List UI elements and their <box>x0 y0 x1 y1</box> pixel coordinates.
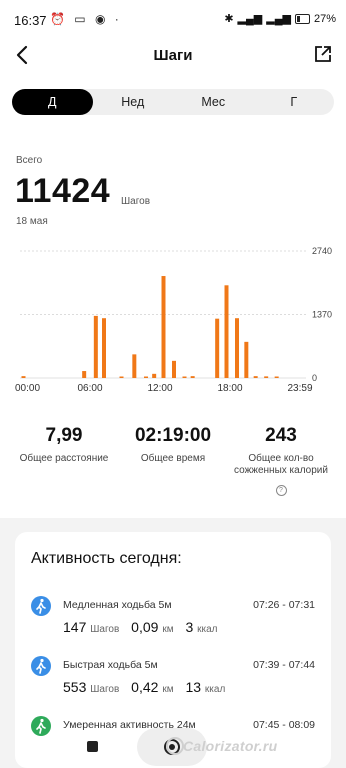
chart-bar <box>152 373 157 378</box>
tab-month[interactable]: Мес <box>173 89 254 115</box>
activity-distance-unit: км <box>162 684 174 695</box>
activity-time: 07:39 - 07:44 <box>253 659 315 671</box>
walking-icon <box>31 596 51 616</box>
bluetooth-icon: ✱ <box>224 13 234 25</box>
activity-steps-unit: Шагов <box>90 624 120 635</box>
total-label: Всего <box>16 155 43 166</box>
steps-unit: Шагов <box>121 196 151 207</box>
activity-calories-unit: ккал <box>197 624 218 635</box>
stat-time: 02:19:00 Общее время <box>118 425 228 465</box>
y-tick-label: 1370 <box>312 310 332 320</box>
activity-item[interactable]: Медленная ходьба 5м 07:26 - 07:31 147 Ша… <box>15 596 331 646</box>
watermark: Calorizator.ru <box>183 738 278 754</box>
y-tick-label: 2740 <box>312 246 332 256</box>
share-icon[interactable] <box>314 45 332 63</box>
chart-bar <box>93 315 98 378</box>
activity-values: 147 Шагов 0,09 км 3 ккал <box>63 619 226 635</box>
chart-bar <box>144 376 148 378</box>
activity-calories: 13 <box>185 679 202 695</box>
signal-icon: ▂▄▆ <box>237 13 263 25</box>
stats-row: 7,99 Общее расстояние 02:19:00 Общее вре… <box>0 425 346 497</box>
chart-bar <box>182 376 187 378</box>
chart-bar <box>82 371 87 378</box>
page-title: Шаги <box>153 47 193 64</box>
summary-date: 18 мая <box>16 216 48 227</box>
y-tick-label: 0 <box>312 373 317 383</box>
chart-bar <box>235 318 239 378</box>
x-tick-label: 00:00 <box>15 383 40 394</box>
chart-bar <box>274 376 279 378</box>
chart-bar <box>172 360 176 378</box>
activity-distance: 0,09 <box>131 619 159 635</box>
activity-values: 553 Шагов 0,42 км 13 ккал <box>63 679 233 695</box>
tab-day[interactable]: Д <box>12 89 93 115</box>
watermark-logo-icon <box>166 737 184 755</box>
chart-bar <box>21 376 26 378</box>
x-tick-label: 23:59 <box>287 383 312 394</box>
chart-bar <box>244 341 249 378</box>
stat-time-value: 02:19:00 <box>134 425 212 446</box>
tab-week[interactable]: Нед <box>93 89 174 115</box>
activity-distance: 0,42 <box>131 679 159 695</box>
status-right: ✱ ▂▄▆ ▂▄▆ 27% <box>224 12 336 26</box>
activity-calories-unit: ккал <box>204 684 226 695</box>
activity-title: Активность сегодня: <box>31 550 182 567</box>
battery-icon <box>294 13 310 24</box>
chart-bar <box>190 376 195 378</box>
chart-bar <box>132 354 137 378</box>
stat-calories-value: 243 <box>265 425 297 446</box>
activity-steps: 147 <box>63 619 87 635</box>
x-tick-label: 12:00 <box>147 383 172 394</box>
stat-distance-label: Общее расстояние <box>19 453 109 464</box>
x-tick-label: 06:00 <box>77 383 102 394</box>
chart-bar <box>224 285 229 378</box>
running-icon <box>31 656 51 676</box>
chart-bar <box>161 276 166 378</box>
activity-steps: 553 <box>63 679 87 695</box>
activity-name: Медленная ходьба 5м <box>63 599 172 611</box>
x-tick-label: 18:00 <box>217 383 242 394</box>
activity-distance-unit: км <box>162 624 174 635</box>
activity-time: 07:26 - 07:31 <box>253 599 315 611</box>
status-notification-icons: ⏰ ▭ ◉ · <box>50 12 122 26</box>
activity-name: Быстрая ходьба 5м <box>63 659 158 671</box>
signal-icon-2: ▂▄▆ <box>266 13 291 25</box>
steps-bar-chart: 2740 1370 0 00:00 06:00 12:00 18:00 23:59 <box>15 246 332 394</box>
chart-bar <box>119 376 124 378</box>
stat-distance: 7,99 Общее расстояние <box>9 425 119 465</box>
stat-calories-label: Общее кол-во сожженных калорий <box>234 453 328 476</box>
stat-distance-value: 7,99 <box>45 425 83 446</box>
chart-bar <box>264 376 269 378</box>
recents-button[interactable] <box>87 741 98 752</box>
tab-year[interactable]: Г <box>254 89 335 115</box>
help-icon[interactable]: ? <box>275 485 287 496</box>
stat-calories: 243 Общее кол-во сожженных калорий ? <box>226 425 336 497</box>
activity-calories: 3 <box>185 619 194 635</box>
chart-bar <box>102 318 106 378</box>
total-steps: 11424 <box>15 172 111 210</box>
chart-bar <box>253 376 258 378</box>
period-selector: Д Нед Мес Г <box>12 89 334 115</box>
status-bar: 16:37 ⏰ ▭ ◉ · ✱ ▂▄▆ ▂▄▆ 27% <box>0 0 346 40</box>
status-time: 16:37 <box>14 13 47 28</box>
stat-time-label: Общее время <box>140 453 206 464</box>
battery-level: 27% <box>313 12 336 25</box>
activity-steps-unit: Шагов <box>90 684 120 695</box>
chart-bar <box>215 318 220 378</box>
header: Шаги <box>0 40 346 72</box>
activity-item[interactable]: Быстрая ходьба 5м 07:39 - 07:44 553 Шаго… <box>15 656 331 706</box>
